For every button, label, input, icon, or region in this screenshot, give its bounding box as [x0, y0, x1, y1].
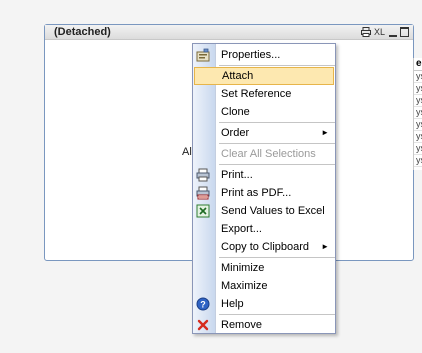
menu-separator	[219, 164, 335, 165]
menu-separator	[219, 122, 335, 123]
submenu-arrow-icon: ►	[321, 242, 329, 251]
menu-item-label: Properties...	[221, 49, 281, 61]
menu-item-attach[interactable]: Attach	[194, 67, 334, 85]
sheet-object-caption[interactable]: (Detached) XL	[45, 25, 413, 40]
menu-item-list: Properties... Attach Set Reference Clone…	[193, 46, 335, 334]
menu-item-set-reference[interactable]: Set Reference	[193, 85, 335, 103]
menu-item-properties[interactable]: Properties...	[193, 46, 335, 64]
menu-item-label: Attach	[222, 70, 254, 82]
menu-separator	[219, 65, 335, 66]
sheet-object-title: (Detached)	[54, 26, 111, 38]
menu-item-maximize[interactable]: Maximize	[193, 277, 335, 295]
excel-export-icon[interactable]: XL	[374, 27, 386, 37]
listbox-header: er	[414, 58, 422, 71]
submenu-arrow-icon: ►	[321, 128, 329, 137]
menu-item-export[interactable]: Export...	[193, 220, 335, 238]
menu-separator	[219, 143, 335, 144]
menu-item-order[interactable]: Order ►	[193, 124, 335, 142]
menu-item-label: Clone	[221, 106, 250, 118]
menu-separator	[219, 257, 335, 258]
remove-x-icon	[196, 318, 210, 332]
list-item[interactable]: ys	[414, 83, 422, 95]
menu-item-minimize[interactable]: Minimize	[193, 259, 335, 277]
menu-item-label: Minimize	[221, 262, 265, 274]
menu-item-clear-all-selections[interactable]: Clear All Selections	[193, 145, 335, 163]
menu-item-label: Send Values to Excel	[221, 205, 325, 217]
menu-item-send-excel[interactable]: Send Values to Excel	[193, 202, 335, 220]
menu-item-label: Help	[221, 298, 244, 310]
menu-item-clone[interactable]: Clone	[193, 103, 335, 121]
menu-item-label: Set Reference	[221, 88, 292, 100]
menu-item-print[interactable]: Print...	[193, 166, 335, 184]
menu-item-label: Copy to Clipboard	[221, 241, 310, 253]
menu-separator	[219, 314, 335, 315]
desktop-background: (Detached) XL All er ys ys ys ys ys	[0, 0, 422, 353]
help-icon: ?	[196, 297, 210, 311]
minimize-icon[interactable]	[389, 28, 397, 37]
list-item[interactable]: ys	[414, 143, 422, 155]
context-menu: Properties... Attach Set Reference Clone…	[192, 43, 336, 334]
menu-item-label: Order	[221, 127, 250, 139]
menu-item-label: Clear All Selections	[221, 148, 316, 160]
list-item[interactable]: ys	[414, 95, 422, 107]
print-icon[interactable]	[361, 27, 371, 37]
maximize-icon[interactable]	[400, 27, 409, 37]
menu-item-label: Maximize	[221, 280, 268, 292]
list-item[interactable]: ys	[414, 107, 422, 119]
menu-item-label: Remove	[221, 319, 262, 331]
list-item[interactable]: ys	[414, 131, 422, 143]
menu-item-print-pdf[interactable]: Print as PDF...	[193, 184, 335, 202]
list-item[interactable]: ys	[414, 155, 422, 167]
list-item[interactable]: ys	[414, 119, 422, 131]
excel-icon	[196, 204, 210, 218]
menu-item-label: Print...	[221, 169, 253, 181]
svg-text:?: ?	[200, 300, 206, 310]
menu-item-help[interactable]: ? Help	[193, 295, 335, 313]
menu-item-remove[interactable]: Remove	[193, 316, 335, 334]
list-item[interactable]: ys	[414, 71, 422, 83]
menu-item-label: Print as PDF...	[221, 187, 292, 199]
pdf-printer-icon	[196, 186, 210, 200]
printer-icon	[196, 168, 210, 182]
list-item[interactable]: ys	[414, 167, 422, 170]
properties-icon	[196, 48, 210, 62]
caption-icon-bar: XL	[361, 26, 409, 38]
menu-item-copy-clipboard[interactable]: Copy to Clipboard ►	[193, 238, 335, 256]
listbox-partial[interactable]: er ys ys ys ys ys ys ys ys ys	[413, 58, 422, 170]
menu-item-label: Export...	[221, 223, 262, 235]
